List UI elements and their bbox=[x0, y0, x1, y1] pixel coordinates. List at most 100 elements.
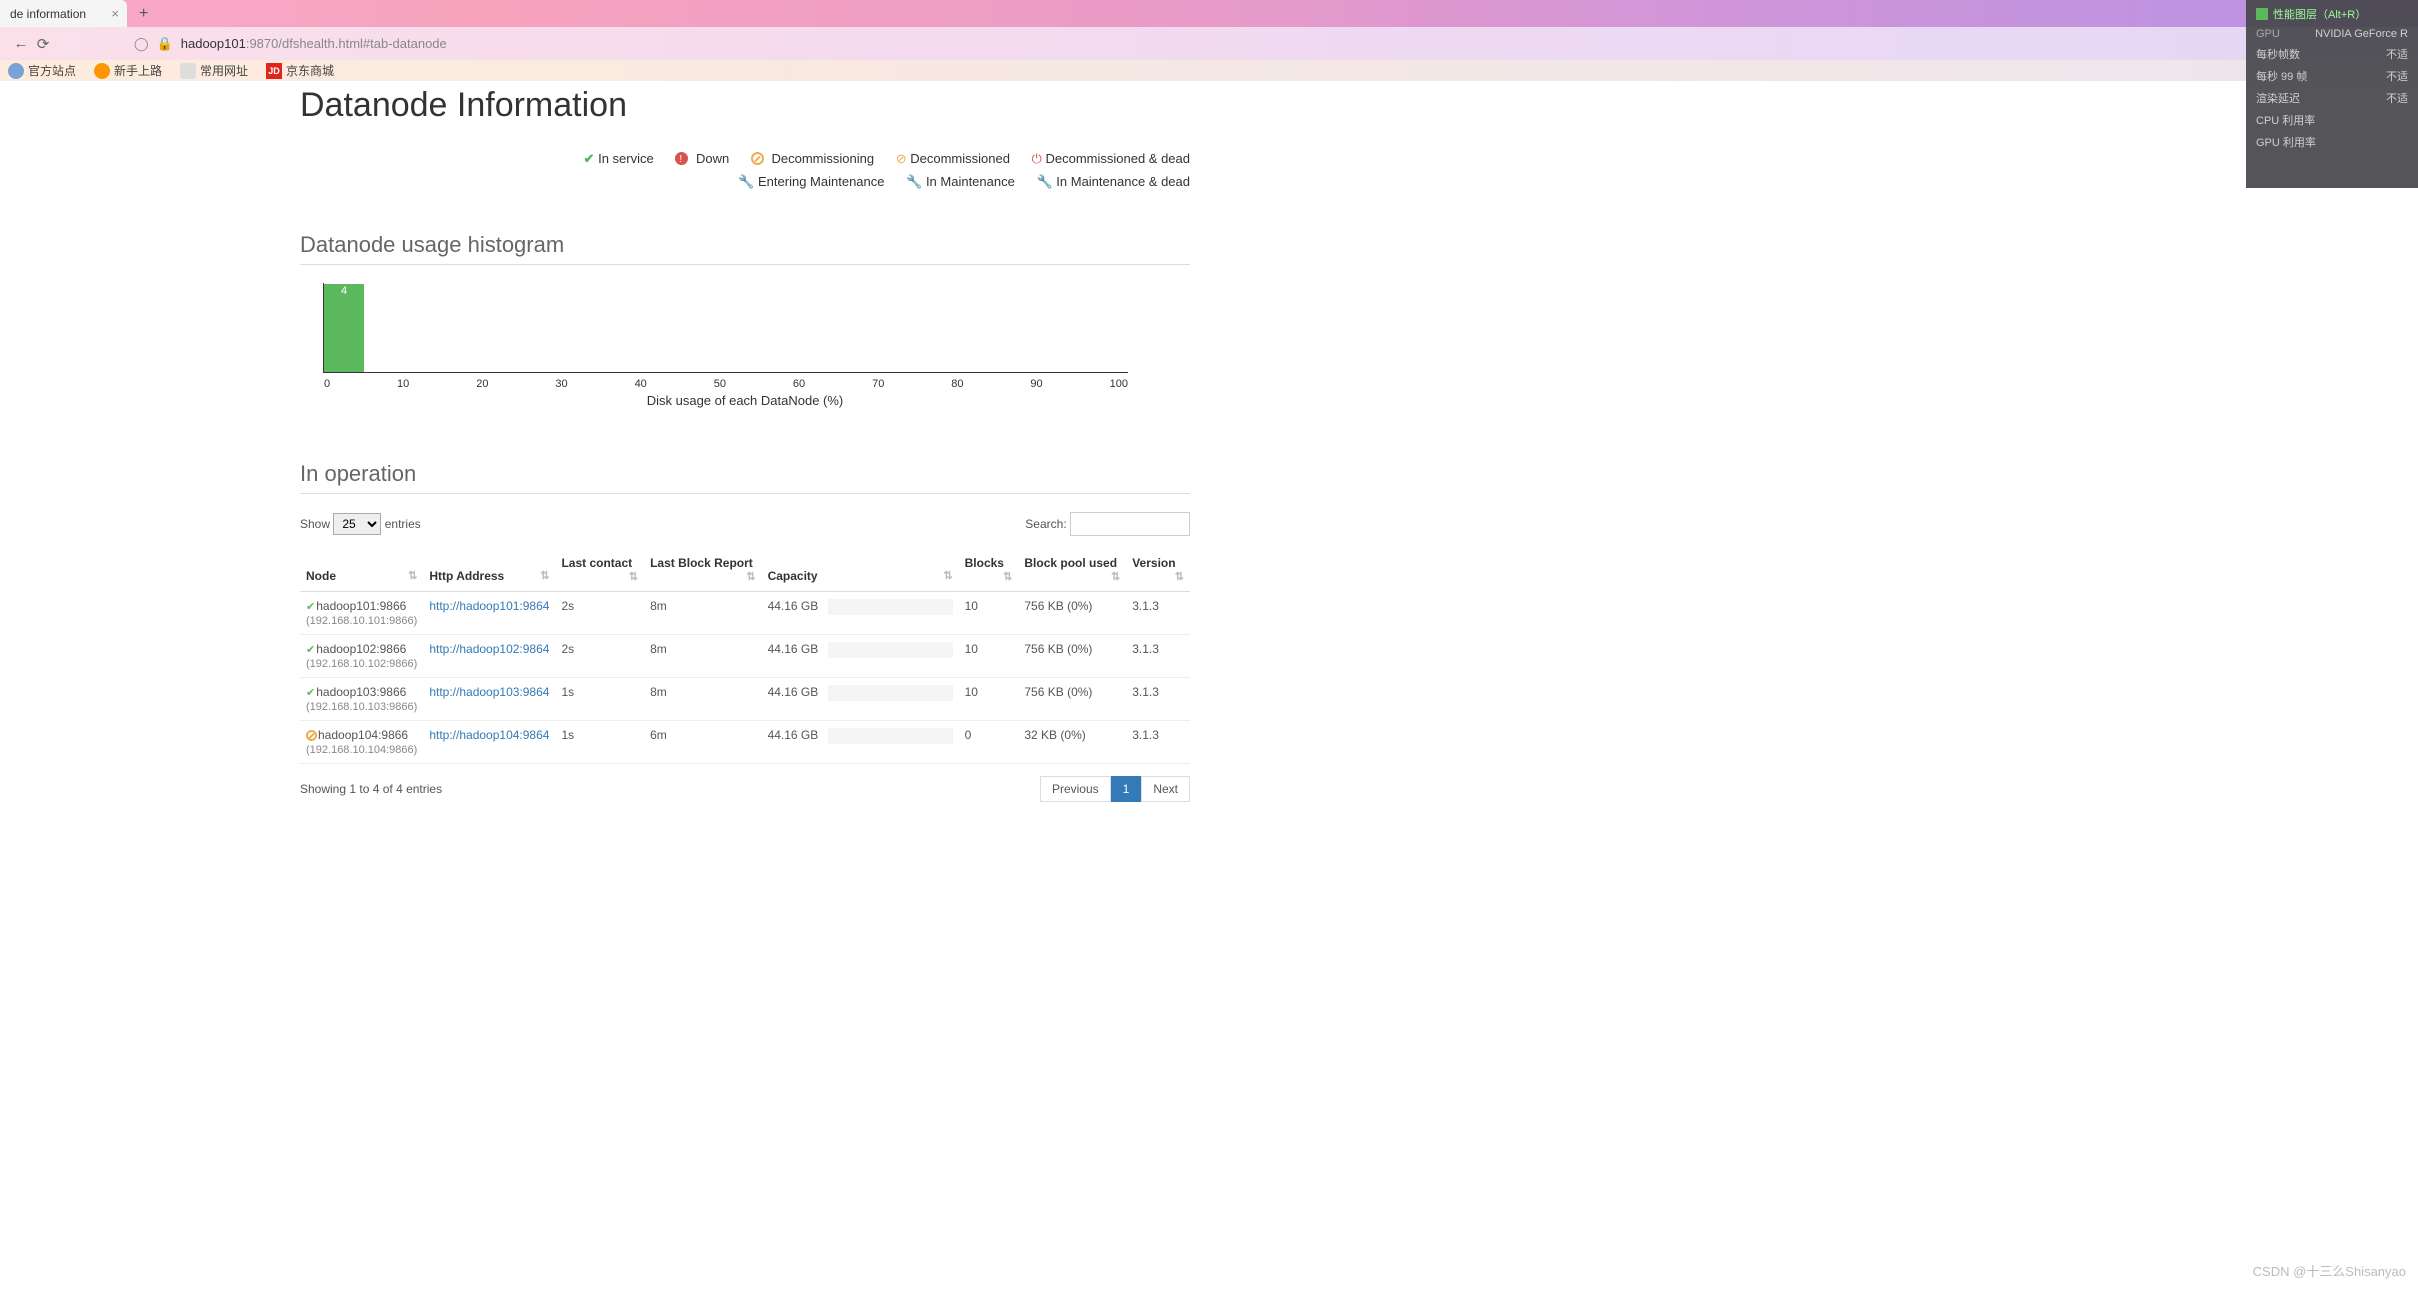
show-entries: Show 25 entries bbox=[300, 513, 421, 535]
cell-block-pool: 756 KB (0%) bbox=[1018, 591, 1126, 634]
power-icon: ⏻ bbox=[1032, 151, 1042, 166]
cell-last-block: 6m bbox=[644, 720, 761, 763]
cell-last-block: 8m bbox=[644, 591, 761, 634]
table-footer: Showing 1 to 4 of 4 entries Previous 1 N… bbox=[300, 776, 1190, 802]
divider bbox=[300, 493, 1190, 494]
firefox-icon bbox=[94, 63, 110, 79]
sort-icon: ⇅ bbox=[746, 570, 755, 583]
histogram-bar: 4 bbox=[324, 284, 364, 372]
bookmark-item[interactable]: 常用网址 bbox=[180, 62, 248, 79]
datanode-link[interactable]: http://hadoop102:9864 bbox=[429, 642, 549, 656]
chart-area: 4 0 10 20 30 40 50 60 70 80 90 100 bbox=[323, 283, 1128, 373]
decommissioning-icon bbox=[306, 730, 317, 741]
watermark: CSDN @十三么Shisanyao bbox=[2253, 1261, 2406, 1280]
col-http[interactable]: Http Address⇅ bbox=[423, 548, 555, 592]
wrench-icon: 🔧 bbox=[906, 174, 922, 189]
decommissioning-icon bbox=[751, 152, 764, 165]
back-button[interactable]: ← bbox=[10, 35, 32, 52]
table-row: ✔hadoop101:9866(192.168.10.101:9866) http… bbox=[300, 591, 1190, 634]
close-icon[interactable]: × bbox=[111, 6, 119, 21]
col-last-block[interactable]: Last Block Report⇅ bbox=[644, 548, 761, 592]
search-box: Search: bbox=[1025, 512, 1190, 536]
cell-version: 3.1.3 bbox=[1126, 591, 1190, 634]
gpu-model: NVIDIA GeForce R bbox=[2315, 28, 2408, 40]
table-controls: Show 25 entries Search: bbox=[300, 512, 1190, 536]
cell-node: ✔hadoop101:9866(192.168.10.101:9866) bbox=[300, 591, 423, 634]
cell-blocks: 10 bbox=[959, 634, 1019, 677]
datanode-link[interactable]: http://hadoop101:9864 bbox=[429, 599, 549, 613]
decommissioned-icon: ⊘ bbox=[896, 151, 907, 166]
check-icon: ✔ bbox=[584, 151, 595, 166]
main-content: Datanode Information ✔ In service Down D… bbox=[300, 81, 1190, 802]
usage-histogram: 4 0 10 20 30 40 50 60 70 80 90 100 Disk … bbox=[300, 283, 1190, 413]
col-block-pool[interactable]: Block pool used⇅ bbox=[1018, 548, 1126, 592]
cell-http: http://hadoop103:9864 bbox=[423, 677, 555, 720]
shield-icon: ◯ bbox=[134, 36, 149, 52]
address-bar-row: ← ⟳ ◯ 🔒 hadoop101:9870/dfshealth.html#ta… bbox=[0, 27, 2418, 60]
lock-icon: 🔒 bbox=[157, 36, 173, 52]
divider bbox=[300, 264, 1190, 265]
cell-capacity: 44.16 GB bbox=[762, 591, 959, 634]
cell-http: http://hadoop102:9864 bbox=[423, 634, 555, 677]
x-axis-ticks: 0 10 20 30 40 50 60 70 80 90 100 bbox=[324, 378, 1128, 390]
cell-last-contact: 1s bbox=[555, 677, 644, 720]
datanode-link[interactable]: http://hadoop104:9864 bbox=[429, 728, 549, 742]
page-1-button[interactable]: 1 bbox=[1111, 776, 1142, 802]
check-icon: ✔ bbox=[306, 644, 315, 656]
cell-capacity: 44.16 GB bbox=[762, 720, 959, 763]
overlay-title: 性能图层（Alt+R） bbox=[2273, 6, 2366, 22]
entries-select[interactable]: 25 bbox=[333, 513, 381, 535]
legend-decommissioned: ⊘ Decommissioned bbox=[896, 147, 1010, 170]
url-path: /dfshealth.html#tab-datanode bbox=[278, 36, 446, 51]
col-blocks[interactable]: Blocks⇅ bbox=[959, 548, 1019, 592]
capacity-bar bbox=[828, 599, 953, 615]
legend-in-service: ✔ In service bbox=[584, 147, 654, 170]
jd-icon: JD bbox=[266, 63, 282, 79]
bookmark-item[interactable]: 新手上路 bbox=[94, 62, 162, 79]
legend-entering-maintenance: 🔧 Entering Maintenance bbox=[738, 170, 884, 193]
legend-maintenance-dead: 🔧 In Maintenance & dead bbox=[1036, 170, 1190, 193]
cell-version: 3.1.3 bbox=[1126, 677, 1190, 720]
cell-blocks: 10 bbox=[959, 677, 1019, 720]
browser-tab[interactable]: de information × bbox=[0, 0, 127, 27]
wrench-icon: 🔧 bbox=[1036, 174, 1052, 189]
cell-blocks: 0 bbox=[959, 720, 1019, 763]
cell-version: 3.1.3 bbox=[1126, 720, 1190, 763]
pagination: Previous 1 Next bbox=[1040, 776, 1190, 802]
col-capacity[interactable]: Capacity⇅ bbox=[762, 548, 959, 592]
sort-icon: ⇅ bbox=[1111, 570, 1120, 583]
reload-button[interactable]: ⟳ bbox=[32, 35, 54, 53]
legend-decommissioned-dead: ⏻ Decommissioned & dead bbox=[1032, 147, 1190, 170]
new-tab-button[interactable]: + bbox=[139, 5, 148, 23]
tab-strip: de information × + bbox=[0, 0, 2418, 27]
cell-http: http://hadoop104:9864 bbox=[423, 720, 555, 763]
gpu-performance-overlay: 性能图层（Alt+R） GPUNVIDIA GeForce R 每秒帧数不适 每… bbox=[2246, 0, 2418, 188]
check-icon: ✔ bbox=[306, 601, 315, 613]
prev-button[interactable]: Previous bbox=[1040, 776, 1111, 802]
col-version[interactable]: Version⇅ bbox=[1126, 548, 1190, 592]
datanode-link[interactable]: http://hadoop103:9864 bbox=[429, 685, 549, 699]
histogram-title: Datanode usage histogram bbox=[300, 232, 1190, 258]
bookmark-item[interactable]: JD京东商城 bbox=[266, 62, 334, 79]
col-node[interactable]: Node⇅ bbox=[300, 548, 423, 592]
cell-last-contact: 2s bbox=[555, 634, 644, 677]
url-host: hadoop101 bbox=[181, 36, 246, 51]
search-input[interactable] bbox=[1070, 512, 1190, 536]
col-last-contact[interactable]: Last contact⇅ bbox=[555, 548, 644, 592]
cell-node: ✔hadoop103:9866(192.168.10.103:9866) bbox=[300, 677, 423, 720]
cell-blocks: 10 bbox=[959, 591, 1019, 634]
tab-title: de information bbox=[10, 7, 86, 21]
sort-icon: ⇅ bbox=[408, 569, 417, 582]
bookmark-item[interactable]: 官方站点 bbox=[8, 62, 76, 79]
next-button[interactable]: Next bbox=[1141, 776, 1190, 802]
sort-icon: ⇅ bbox=[629, 570, 638, 583]
cell-last-contact: 2s bbox=[555, 591, 644, 634]
url-bar[interactable]: ◯ 🔒 hadoop101:9870/dfshealth.html#tab-da… bbox=[134, 36, 2385, 52]
table-row: ✔hadoop103:9866(192.168.10.103:9866) http… bbox=[300, 677, 1190, 720]
globe-icon bbox=[8, 63, 24, 79]
cell-capacity: 44.16 GB bbox=[762, 634, 959, 677]
sort-icon: ⇅ bbox=[943, 569, 952, 582]
status-legend: ✔ In service Down Decommissioning ⊘ Deco… bbox=[300, 147, 1190, 194]
sort-icon: ⇅ bbox=[1003, 570, 1012, 583]
legend-in-maintenance: 🔧 In Maintenance bbox=[906, 170, 1015, 193]
